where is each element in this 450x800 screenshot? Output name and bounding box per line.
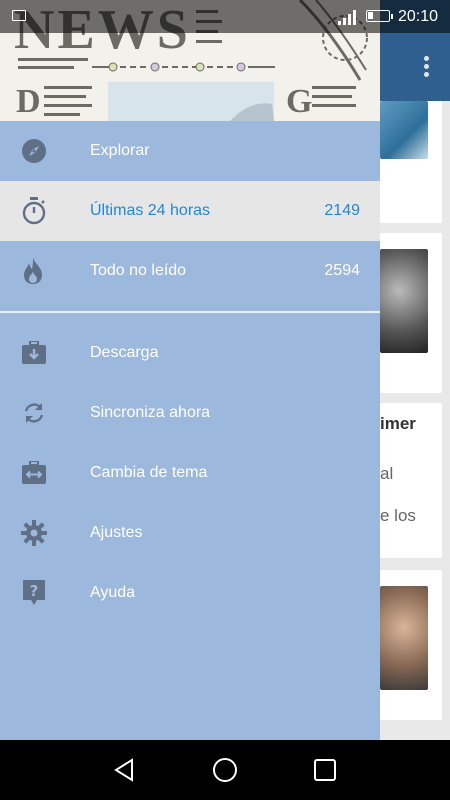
drawer-item-label: Últimas 24 horas: [90, 202, 211, 219]
system-navigation-bar: [0, 740, 450, 800]
status-bar: 20:10: [0, 0, 450, 33]
drawer-item-label: Descarga: [90, 344, 159, 361]
drawer-item-label: Cambia de tema: [90, 464, 208, 481]
drawer-item-cambia-de-tema[interactable]: Cambia de tema: [0, 443, 380, 503]
unread-count: 2149: [324, 202, 360, 219]
download-briefcase-icon: [0, 323, 90, 383]
drawer-item-label: Ajustes: [90, 524, 143, 541]
stopwatch-icon: [0, 181, 90, 241]
article-card[interactable]: [380, 233, 442, 393]
drawer-item-label: Ayuda: [90, 584, 136, 601]
help-icon: ?: [0, 563, 90, 623]
drawer-item-descarga[interactable]: Descarga: [0, 323, 380, 383]
navigation-drawer: NEWS D G: [0, 0, 380, 740]
svg-text:?: ?: [30, 582, 39, 600]
article-thumbnail: [380, 101, 428, 159]
drawer-item-ultimas-24-horas[interactable]: Últimas 24 horas 2149: [0, 181, 380, 241]
mail-notification-icon: [12, 10, 26, 21]
drawer-item-explorar[interactable]: Explorar: [0, 121, 380, 181]
article-thumbnail: [380, 249, 428, 353]
gear-icon: [0, 503, 90, 563]
article-text-fragment: e los: [380, 506, 416, 525]
drawer-item-ayuda[interactable]: ? Ayuda: [0, 563, 380, 623]
drawer-item-sincroniza-ahora[interactable]: Sincroniza ahora: [0, 383, 380, 443]
more-options-icon[interactable]: [424, 56, 430, 80]
drawer-divider: [0, 311, 380, 313]
drawer-item-label: Explorar: [90, 142, 150, 159]
article-text-fragment: al: [380, 464, 394, 483]
status-time: 20:10: [398, 8, 439, 25]
compass-icon: [0, 121, 90, 181]
back-icon[interactable]: [112, 757, 138, 783]
battery-icon: [366, 10, 393, 22]
unread-count: 2594: [324, 262, 360, 279]
drawer-item-label: Sincroniza ahora: [90, 404, 211, 421]
svg-text:G: G: [286, 83, 312, 120]
signal-icon: [338, 10, 356, 25]
drawer-item-ajustes[interactable]: Ajustes: [0, 503, 380, 563]
article-card[interactable]: [380, 101, 442, 223]
sync-icon: [0, 383, 90, 443]
flame-icon: [0, 241, 90, 301]
article-title-fragment: imer: [380, 414, 416, 433]
svg-text:D: D: [16, 83, 41, 120]
article-card[interactable]: [380, 570, 442, 720]
recents-icon[interactable]: [312, 757, 338, 783]
article-thumbnail: [380, 586, 428, 690]
drawer-item-todo-no-leido[interactable]: Todo no leído 2594: [0, 241, 380, 301]
drawer-item-label: Todo no leído: [90, 262, 187, 279]
theme-swap-icon: [0, 443, 90, 503]
home-icon[interactable]: [212, 757, 238, 783]
